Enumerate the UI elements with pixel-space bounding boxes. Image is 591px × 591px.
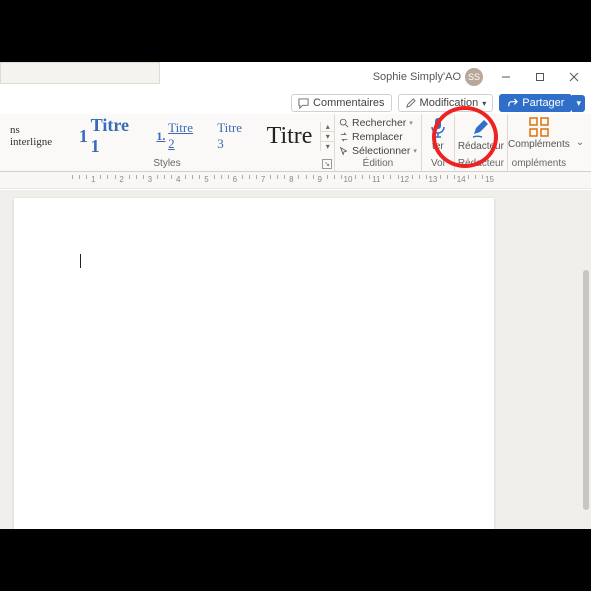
replace-button[interactable]: Remplacer xyxy=(339,130,417,144)
ribbon: ns interligne 1 Titre 1 1. Titre 2 Titre… xyxy=(0,114,591,172)
share-button[interactable]: Partager xyxy=(499,94,572,112)
editing-group-label: Édition xyxy=(339,158,417,171)
addins-icon xyxy=(529,117,549,137)
style-heading-2[interactable]: 1. Titre 2 xyxy=(148,114,209,158)
addins-button[interactable]: Compléments ompléments xyxy=(508,114,570,171)
find-button[interactable]: Rechercher ▾ xyxy=(339,116,417,130)
collapse-ribbon[interactable]: ⌄ xyxy=(570,114,590,171)
styles-group: ns interligne 1 Titre 1 1. Titre 2 Titre… xyxy=(0,114,335,171)
chevron-down-icon: ▾ xyxy=(482,99,486,108)
style-heading-1[interactable]: 1 Titre 1 xyxy=(71,114,149,158)
style-title[interactable]: Titre xyxy=(259,114,321,158)
styles-scroll: ▴ ▾ ▾ xyxy=(320,122,334,151)
styles-scroll-down[interactable]: ▾ xyxy=(321,132,334,142)
user-name: Sophie Simply'AO xyxy=(373,71,461,83)
chevron-down-icon: ▾ xyxy=(409,119,413,127)
horizontal-ruler[interactable]: 123456789101112131415 xyxy=(0,172,591,189)
comment-icon xyxy=(298,98,309,109)
editing-mode-button[interactable]: Modification ▾ xyxy=(398,94,494,112)
maximize-button[interactable] xyxy=(525,63,555,91)
styles-expand[interactable]: ▾ xyxy=(321,142,334,151)
action-bar: Commentaires Modification ▾ Partager ▾ xyxy=(0,92,591,114)
cursor-icon xyxy=(339,146,349,156)
replace-icon xyxy=(339,132,349,142)
editor-button[interactable]: Rédacteur Rédacteur xyxy=(455,114,507,171)
pencil-icon xyxy=(405,98,416,109)
minimize-button[interactable] xyxy=(491,63,521,91)
share-icon xyxy=(507,98,518,109)
text-cursor xyxy=(80,254,81,268)
styles-dialog-launcher[interactable]: ↘ xyxy=(322,159,332,169)
user-account[interactable]: Sophie Simply'AO SS xyxy=(373,68,483,86)
styles-scroll-up[interactable]: ▴ xyxy=(321,122,334,132)
styles-group-label: Styles ↘ xyxy=(0,158,334,171)
microphone-icon xyxy=(429,117,447,139)
quick-access-strip xyxy=(0,62,160,84)
search-icon xyxy=(339,118,349,128)
scrollbar-thumb[interactable] xyxy=(583,270,589,510)
share-dropdown[interactable]: ▾ xyxy=(572,95,585,112)
select-button[interactable]: Sélectionner ▾ xyxy=(339,144,417,158)
editing-group: Rechercher ▾ Remplacer Sélectionner ▾ Éd… xyxy=(335,114,422,171)
style-no-spacing[interactable]: ns interligne xyxy=(2,114,71,158)
document-area xyxy=(0,190,591,529)
avatar: SS xyxy=(465,68,483,86)
vertical-scrollbar[interactable] xyxy=(579,190,591,529)
close-button[interactable] xyxy=(559,63,589,91)
style-heading-3[interactable]: Titre 3 xyxy=(209,114,258,158)
comments-button[interactable]: Commentaires xyxy=(291,94,392,112)
chevron-down-icon: ▾ xyxy=(413,147,417,155)
editor-icon xyxy=(470,117,492,139)
dictate-button[interactable]: ter Voi xyxy=(422,114,454,171)
page[interactable] xyxy=(14,198,494,529)
